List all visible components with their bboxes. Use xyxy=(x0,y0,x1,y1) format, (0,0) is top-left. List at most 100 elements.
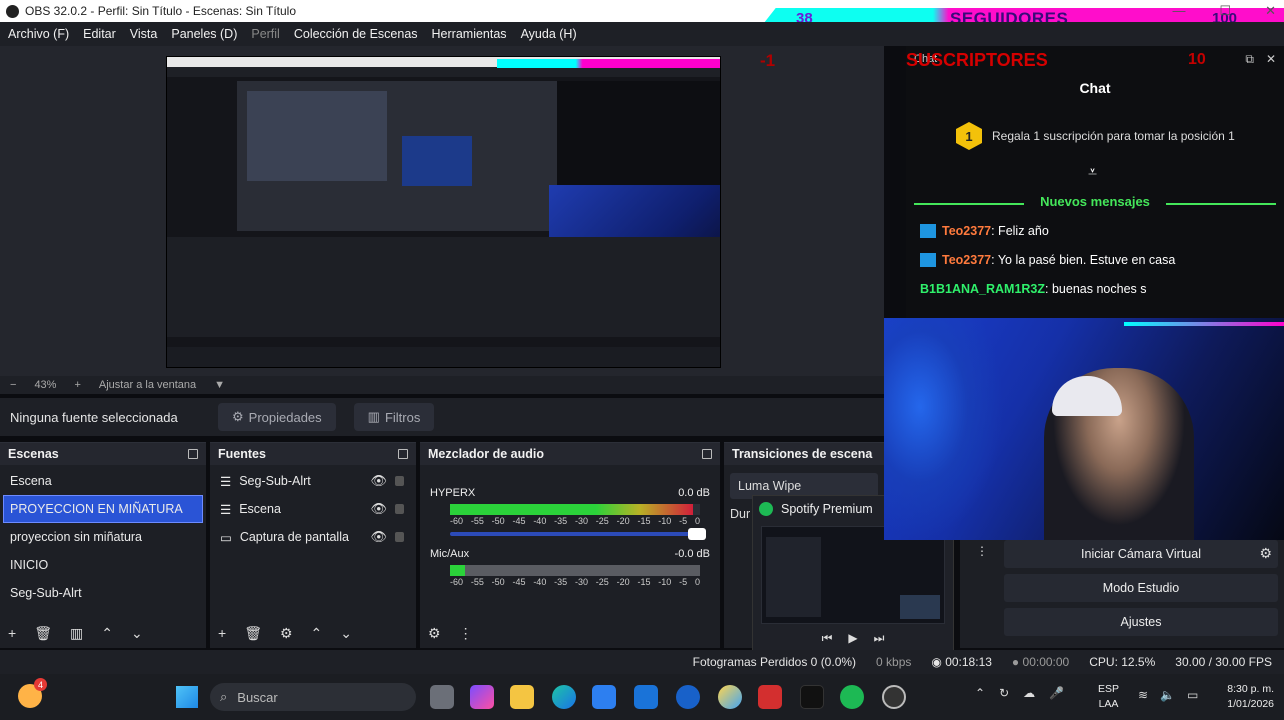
collapse-icon[interactable]: ⩡ xyxy=(1088,164,1097,182)
sources-header: Fuentes xyxy=(210,443,416,465)
trash-icon[interactable]: 🗑 xyxy=(244,625,262,642)
zoom-in-button[interactable]: + xyxy=(74,379,80,391)
scene-item[interactable]: Seg-Sub-Alrt xyxy=(0,579,206,607)
settings-button[interactable]: Ajustes xyxy=(1004,608,1278,636)
copilot-icon[interactable] xyxy=(470,685,494,709)
menu-ayuda[interactable]: Ayuda (H) xyxy=(521,27,577,41)
arrow-down-icon[interactable]: ⌄ xyxy=(131,625,143,642)
filters-button[interactable]: ▥ Filtros xyxy=(353,403,435,431)
properties-button[interactable]: ⚙ Propiedades xyxy=(218,403,336,431)
volume-slider[interactable] xyxy=(450,528,706,540)
gear-icon[interactable]: ⚙ xyxy=(280,625,293,642)
scene-item[interactable]: proyeccion sin miñatura xyxy=(0,523,206,551)
menu-perfil[interactable]: Perfil xyxy=(251,27,279,41)
outlook-icon[interactable] xyxy=(634,685,658,709)
scale-tick: -40 xyxy=(533,516,547,526)
file-explorer-icon[interactable] xyxy=(510,685,534,709)
level-meter xyxy=(450,565,700,576)
hp-icon[interactable] xyxy=(676,685,700,709)
scale-tick: -5 xyxy=(679,516,688,526)
weather-icon[interactable]: 4 xyxy=(18,678,47,708)
wifi-icon[interactable]: ≋ xyxy=(1138,688,1148,702)
menu-coleccion-escenas[interactable]: Colección de Escenas xyxy=(294,27,418,41)
source-name: Captura de pantalla xyxy=(239,530,349,544)
obs-icon[interactable] xyxy=(882,685,906,709)
zoom-out-button[interactable]: − xyxy=(10,379,16,391)
program-preview[interactable] xyxy=(166,56,721,368)
more-icon[interactable]: ⋮ xyxy=(459,625,473,642)
undock-icon[interactable] xyxy=(398,449,408,459)
refresh-icon[interactable]: ↻ xyxy=(999,686,1009,700)
add-icon[interactable]: + xyxy=(218,625,226,641)
scene-item-selected[interactable]: PROYECCION EN MIÑATURA xyxy=(3,495,203,523)
scale-tick: -10 xyxy=(658,516,672,526)
menu-editar[interactable]: Editar xyxy=(83,27,116,41)
menu-archivo[interactable]: Archivo (F) xyxy=(8,27,69,41)
undock-icon[interactable] xyxy=(188,449,198,459)
eye-icon[interactable]: 👁 xyxy=(370,529,387,545)
menu-vista[interactable]: Vista xyxy=(130,27,158,41)
source-item[interactable]: ☰ Seg-Sub-Alrt 👁 xyxy=(210,467,416,495)
add-icon[interactable]: + xyxy=(8,625,16,641)
source-item[interactable]: ☰ Escena 👁 xyxy=(210,495,416,523)
next-icon[interactable]: ⏭ xyxy=(874,631,885,646)
undock-icon[interactable] xyxy=(702,449,712,459)
lock-icon[interactable] xyxy=(395,476,404,486)
gear-icon[interactable]: ⚙ xyxy=(1259,545,1272,562)
preview-mini-menubar xyxy=(167,67,720,77)
trash-icon[interactable]: 🗑 xyxy=(34,625,52,642)
chevron-down-icon[interactable]: ▼ xyxy=(214,379,225,391)
scene-item[interactable]: INICIO xyxy=(0,551,206,579)
minimize-button[interactable]: — xyxy=(1172,3,1185,19)
language-indicator[interactable]: ESP LAA xyxy=(1098,682,1119,712)
scene-item[interactable]: Escena xyxy=(0,467,206,495)
microphone-icon[interactable]: 🎤 xyxy=(1049,686,1064,700)
battery-icon[interactable]: ▭ xyxy=(1187,688,1198,702)
notification-badge: 4 xyxy=(34,678,47,691)
arrow-down-icon[interactable]: ⌄ xyxy=(340,625,352,642)
clock[interactable]: 8:30 p. m. 1/01/2026 xyxy=(1208,682,1274,712)
store-icon[interactable] xyxy=(592,685,616,709)
edge-icon[interactable] xyxy=(552,685,576,709)
more-icon[interactable]: ⋮ xyxy=(976,544,988,558)
play-icon[interactable]: ▶ xyxy=(848,631,857,646)
arrow-up-icon[interactable]: ⌃ xyxy=(101,625,113,642)
arrow-up-icon[interactable]: ⌃ xyxy=(311,625,323,642)
gift-banner[interactable]: 1 Regala 1 suscripción para tomar la pos… xyxy=(956,122,1235,150)
lock-icon[interactable] xyxy=(395,532,404,542)
task-view-icon[interactable] xyxy=(430,685,454,709)
lock-icon[interactable] xyxy=(395,504,404,514)
windows-start-icon[interactable] xyxy=(176,686,198,708)
eye-icon[interactable]: 👁 xyxy=(370,473,387,489)
chat-username[interactable]: Teo2377 xyxy=(942,224,991,238)
chat-username[interactable]: Teo2377 xyxy=(942,253,991,267)
spotify-icon[interactable] xyxy=(840,685,864,709)
maximize-button[interactable]: ☐ xyxy=(1219,3,1231,19)
scale-tick: -5 xyxy=(679,577,688,587)
tiktok-icon[interactable] xyxy=(800,685,824,709)
preview-mini-canvas xyxy=(237,81,557,231)
chevron-up-icon[interactable]: ⌃ xyxy=(975,686,985,700)
eye-icon[interactable]: 👁 xyxy=(370,501,387,517)
spotify-thumbnail[interactable] xyxy=(761,526,945,624)
mcafee-icon[interactable] xyxy=(758,685,782,709)
close-button[interactable]: ✕ xyxy=(1265,3,1276,19)
filter-icon[interactable]: ▥ xyxy=(70,625,83,642)
menu-paneles[interactable]: Paneles (D) xyxy=(171,27,237,41)
virtual-camera-button[interactable]: Iniciar Cámara Virtual xyxy=(1004,540,1278,568)
previous-icon[interactable]: ⏮ xyxy=(822,631,833,646)
chrome-icon[interactable] xyxy=(718,685,742,709)
volume-icon[interactable]: 🔈 xyxy=(1160,688,1175,702)
zoom-bar: − 43% + Ajustar a la ventana ▼ xyxy=(0,376,884,394)
fit-window-label[interactable]: Ajustar a la ventana xyxy=(99,379,196,391)
taskbar-search[interactable]: ⌕ Buscar xyxy=(210,683,416,711)
studio-mode-button[interactable]: Modo Estudio xyxy=(1004,574,1278,602)
cloud-icon[interactable]: ☁ xyxy=(1023,686,1035,700)
slider-knob[interactable] xyxy=(688,528,706,540)
window-controls: — ☐ ✕ xyxy=(1172,3,1276,19)
source-item[interactable]: ▭ Captura de pantalla 👁 xyxy=(210,523,416,551)
gear-icon[interactable]: ⚙ xyxy=(428,625,441,642)
subs-goal: 10 xyxy=(1188,51,1206,68)
chat-username[interactable]: B1B1ANA_RAM1R3Z xyxy=(920,282,1045,296)
menu-herramientas[interactable]: Herramientas xyxy=(432,27,507,41)
